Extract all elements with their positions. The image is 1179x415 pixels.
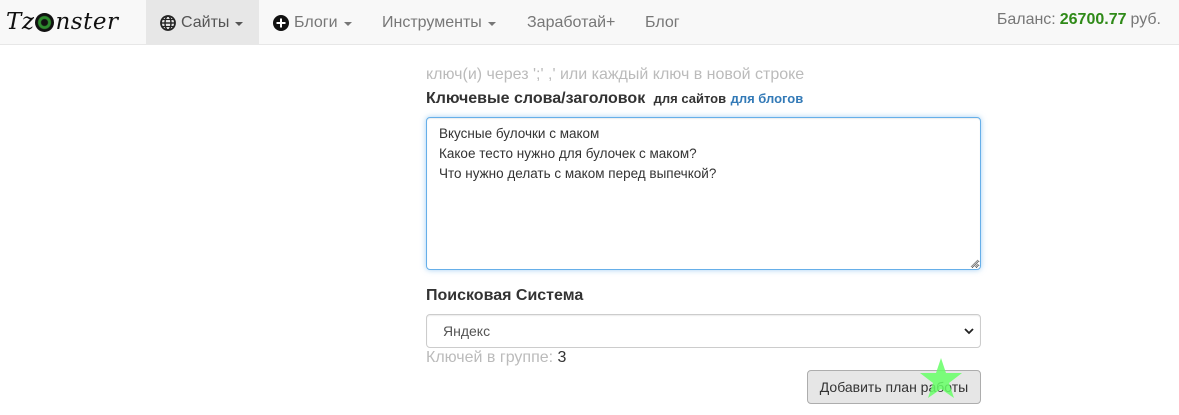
for-blogs-link[interactable]: для блогов <box>731 91 804 106</box>
keywords-label: Ключевые слова/заголовок <box>426 90 646 107</box>
caret-down-icon <box>487 21 496 26</box>
nav-blog-link[interactable]: Блог <box>645 0 680 45</box>
search-engine-select[interactable]: Яндекс <box>426 314 981 348</box>
nav-sites-dropdown[interactable]: Сайты <box>146 0 259 45</box>
search-engine-selected: Яндекс <box>443 323 491 339</box>
group-count-value: 3 <box>557 349 567 366</box>
for-sites-label: для сайтов <box>653 91 727 106</box>
group-count: Ключей в группе: 3 <box>426 349 566 367</box>
balance-label: Баланс: <box>996 11 1056 28</box>
nav-tools-label: Инструменты <box>382 13 482 31</box>
search-engine-label: Поисковая Система <box>426 287 584 304</box>
caret-down-icon <box>343 21 352 26</box>
group-count-label: Ключей в группе: <box>426 349 554 366</box>
keywords-label-row: Ключевые слова/заголовок для сайтов для … <box>426 90 803 108</box>
eye-o-icon <box>35 12 55 32</box>
plus-circle-icon <box>273 14 289 31</box>
chevron-down-icon <box>964 328 974 335</box>
add-work-plan-button[interactable]: Добавить план работы <box>807 370 981 404</box>
nav-earn-link[interactable]: Заработай+ <box>527 0 615 45</box>
brand-text-start: Tz <box>6 9 35 35</box>
nav-blogs-label: Блоги <box>294 13 338 31</box>
top-navbar: Tz nster Сайты Блоги Инструменты Заработ… <box>0 0 1179 45</box>
balance-currency: руб. <box>1130 11 1161 28</box>
caret-down-icon <box>235 21 244 26</box>
balance-amount: 26700.77 <box>1059 11 1127 28</box>
keywords-textarea[interactable] <box>426 117 981 270</box>
nav-blog-label: Блог <box>645 13 680 31</box>
nav-earn-label: Заработай+ <box>527 13 616 31</box>
brand-logo[interactable]: Tz nster <box>6 7 118 37</box>
brand-text-end: nster <box>55 9 119 35</box>
nav-sites-label: Сайты <box>181 13 230 31</box>
keywords-hint: ключ(и) через ';' ,' или каждый ключ в н… <box>426 66 805 83</box>
nav-blogs-dropdown[interactable]: Блоги <box>273 0 352 45</box>
globe-icon <box>160 14 176 31</box>
balance-display: Баланс: 26700.77 руб. <box>997 0 1161 40</box>
nav-tools-dropdown[interactable]: Инструменты <box>382 0 496 45</box>
